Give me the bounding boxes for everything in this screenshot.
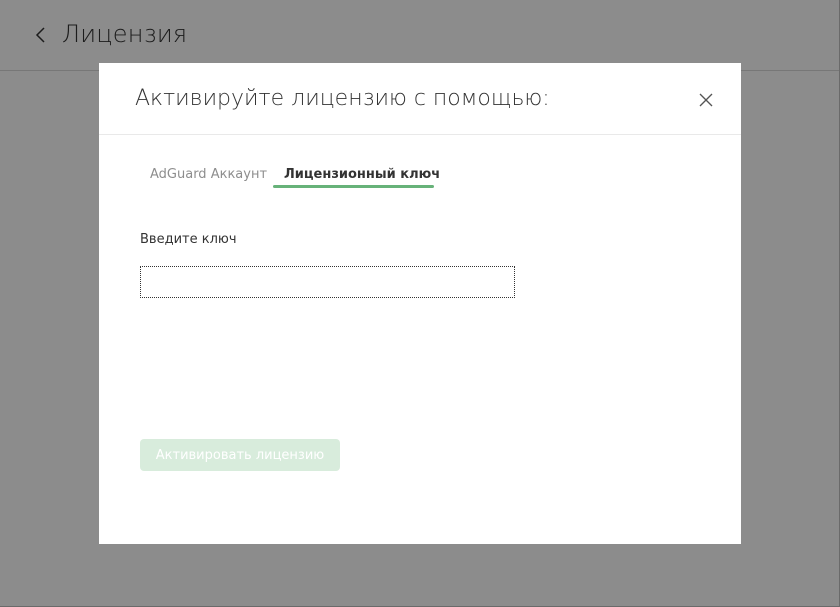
dialog-title: Активируйте лицензию с помощью: [135,86,550,111]
activate-license-button[interactable]: Активировать лицензию [140,439,340,471]
close-icon[interactable] [699,92,713,107]
activate-license-dialog: Активируйте лицензию с помощью: AdGuard … [99,63,741,544]
active-tab-indicator [273,185,434,188]
license-key-label: Введите ключ [140,232,237,247]
tab-license-key[interactable]: Лицензионный ключ [284,167,440,182]
dialog-header: Активируйте лицензию с помощью: [99,63,741,135]
tab-adguard-account[interactable]: AdGuard Аккаунт [150,167,267,182]
license-key-input[interactable] [140,266,515,298]
